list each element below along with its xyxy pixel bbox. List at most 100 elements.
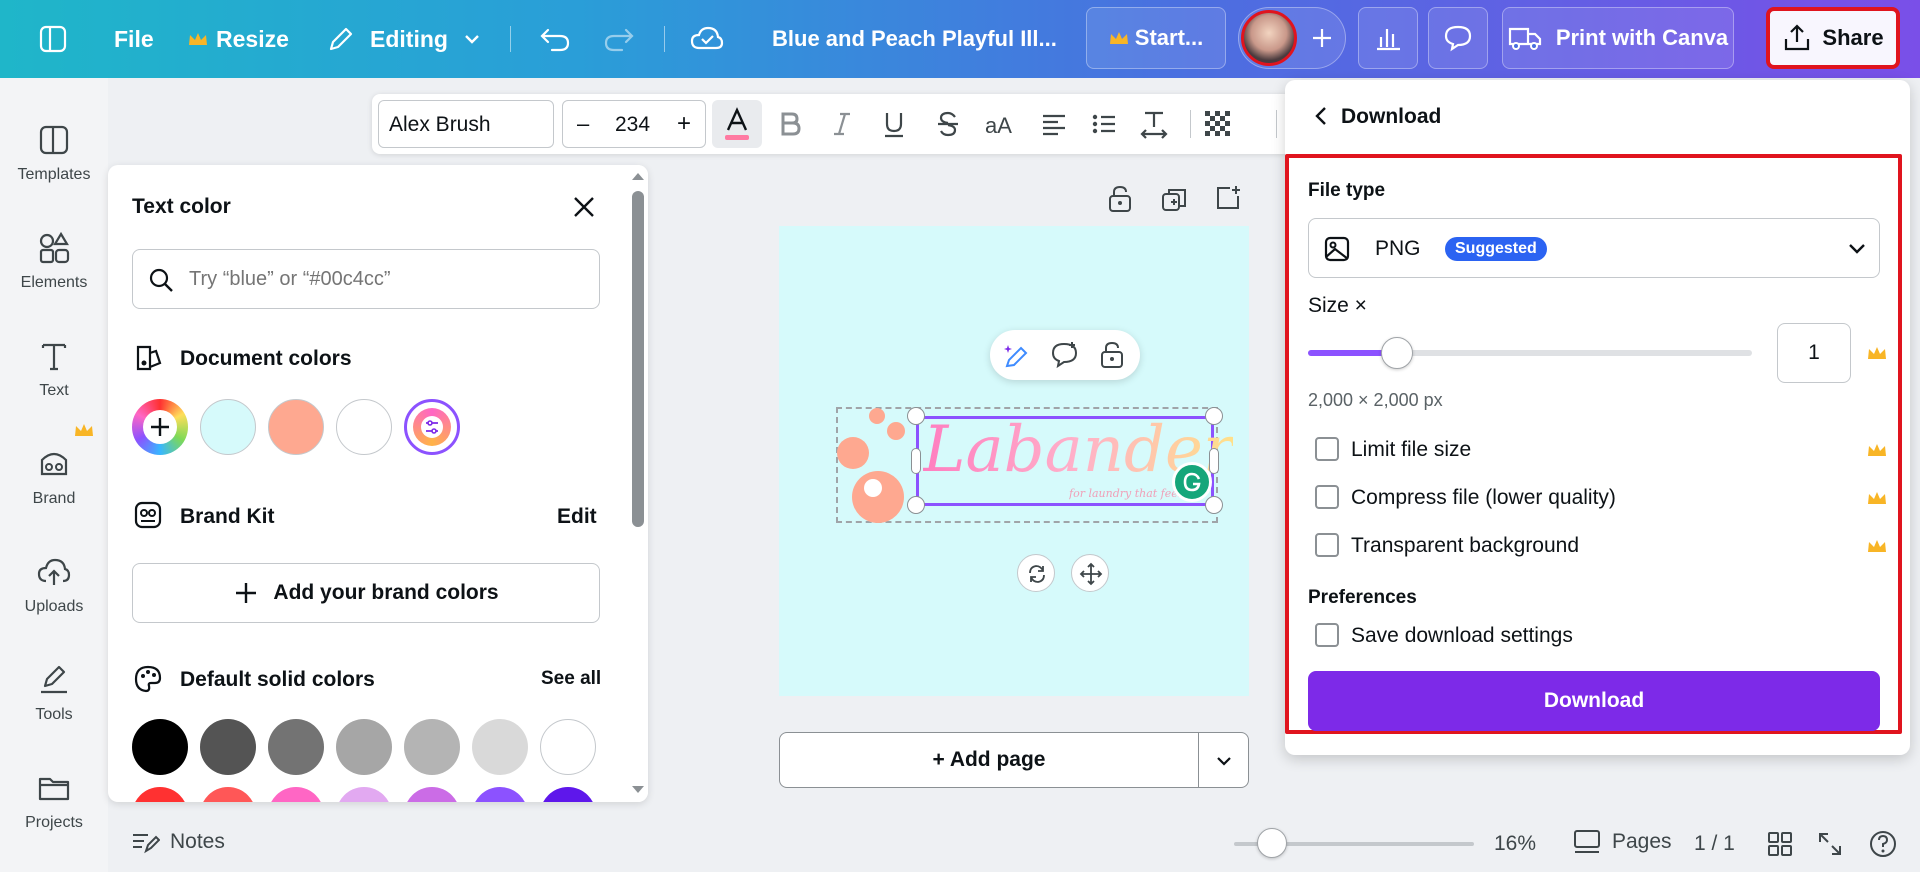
add-page-options-button[interactable] (1198, 732, 1249, 788)
zoom-slider-thumb[interactable] (1257, 828, 1288, 858)
rotate-handle[interactable] (1017, 554, 1055, 592)
magic-edit-icon[interactable] (1002, 341, 1032, 369)
zoom-value[interactable]: 16% (1494, 832, 1536, 856)
size-slider[interactable] (1308, 337, 1752, 369)
default-color-swatch[interactable] (200, 787, 256, 802)
rail-item-uploads[interactable]: Uploads (0, 546, 108, 646)
rail-item-text[interactable]: Text (0, 330, 108, 430)
underline-button[interactable] (878, 108, 910, 140)
help-icon[interactable] (1868, 829, 1898, 859)
lock-page-icon[interactable] (1106, 184, 1134, 214)
zoom-slider[interactable] (1234, 828, 1474, 858)
default-color-swatch[interactable] (404, 719, 460, 775)
editing-mode-button[interactable]: Editing (326, 0, 482, 78)
avatar[interactable] (1241, 10, 1297, 66)
design-canvas[interactable]: Labander for laundry that feels (779, 226, 1249, 696)
lock-icon[interactable] (1098, 340, 1126, 370)
side-handle[interactable] (911, 448, 921, 474)
text-selection-box[interactable]: Labander for laundry that feels (916, 413, 1233, 506)
grammarly-badge[interactable] (1172, 462, 1212, 502)
color-search-input[interactable] (189, 262, 589, 296)
default-color-swatch[interactable] (268, 719, 324, 775)
download-panel-title[interactable]: Download (1341, 105, 1441, 129)
list-button[interactable] (1088, 108, 1120, 140)
letter-case-button[interactable]: aA (984, 108, 1016, 140)
rail-item-tools[interactable]: Tools (0, 654, 108, 754)
rail-item-projects[interactable]: Projects (0, 762, 108, 862)
save-download-settings-checkbox[interactable] (1315, 623, 1339, 647)
default-color-swatch[interactable] (268, 787, 324, 802)
document-color-swatch[interactable] (336, 399, 392, 455)
resize-handle[interactable] (1205, 407, 1223, 425)
back-chevron-icon[interactable] (1311, 104, 1331, 128)
size-slider-thumb[interactable] (1380, 337, 1413, 369)
italic-button[interactable] (826, 108, 858, 140)
scrollbar[interactable] (628, 165, 648, 802)
default-color-swatch[interactable] (200, 719, 256, 775)
resize-handle[interactable] (907, 496, 925, 514)
notes-button[interactable]: Notes (130, 829, 225, 855)
transparent-background-checkbox[interactable] (1315, 533, 1339, 557)
undo-button[interactable] (538, 0, 572, 78)
resize-button[interactable]: Resize (188, 0, 289, 78)
scroll-up-icon[interactable] (631, 171, 645, 181)
download-button[interactable]: Download (1308, 671, 1880, 731)
scroll-down-icon[interactable] (631, 785, 645, 795)
close-icon[interactable] (570, 193, 598, 221)
comments-button[interactable] (1428, 7, 1488, 69)
default-color-swatch[interactable] (132, 787, 188, 802)
document-color-swatch[interactable] (268, 399, 324, 455)
font-size-value[interactable]: 234 (615, 113, 650, 137)
start-trial-button[interactable]: Start... (1086, 7, 1226, 69)
compress-file-checkbox[interactable] (1315, 485, 1339, 509)
add-brand-colors-button[interactable]: Add your brand colors (132, 563, 600, 623)
redo-button[interactable] (602, 0, 636, 78)
default-color-swatch[interactable] (540, 719, 596, 775)
limit-file-size-checkbox[interactable] (1315, 437, 1339, 461)
side-handle[interactable] (1209, 448, 1219, 474)
print-with-canva-button[interactable]: Print with Canva (1502, 7, 1734, 69)
default-color-swatch[interactable] (132, 719, 188, 775)
brand-kit-edit-link[interactable]: Edit (557, 505, 597, 529)
bold-button[interactable] (774, 108, 806, 140)
transparency-button[interactable] (1202, 108, 1234, 140)
document-color-swatch[interactable] (200, 399, 256, 455)
move-handle[interactable] (1071, 554, 1109, 592)
cloud-save-status[interactable] (690, 0, 724, 78)
add-color-swatch[interactable] (132, 399, 188, 455)
strikethrough-button[interactable] (932, 108, 964, 140)
resize-handle[interactable] (907, 407, 925, 425)
add-page-button[interactable]: + Add page (779, 732, 1199, 788)
document-title[interactable]: Blue and Peach Playful Ill... (772, 0, 1057, 78)
file-menu-button[interactable]: File (114, 0, 154, 78)
grid-view-icon[interactable] (1766, 830, 1794, 858)
see-all-link[interactable]: See all (541, 668, 601, 690)
default-color-swatch[interactable] (540, 787, 596, 802)
spacing-button[interactable] (1138, 108, 1170, 140)
collaborators-group[interactable] (1238, 7, 1346, 69)
default-color-swatch[interactable] (404, 787, 460, 802)
sidebar-toggle-button[interactable] (38, 0, 68, 78)
color-adjust-swatch[interactable] (404, 399, 460, 455)
color-search-field[interactable] (132, 249, 600, 309)
scrollbar-thumb[interactable] (632, 191, 644, 527)
file-type-dropdown[interactable]: PNG Suggested (1308, 218, 1880, 278)
fullscreen-icon[interactable] (1816, 830, 1844, 858)
add-page-icon[interactable] (1214, 184, 1242, 212)
duplicate-page-icon[interactable] (1160, 186, 1188, 214)
rail-item-templates[interactable]: Templates (0, 114, 108, 214)
rail-item-elements[interactable]: Elements (0, 222, 108, 322)
default-color-swatch[interactable] (472, 787, 528, 802)
font-family-dropdown[interactable]: Alex Brush (378, 100, 554, 148)
font-size-stepper[interactable]: – 234 + (562, 100, 706, 148)
default-color-swatch[interactable] (472, 719, 528, 775)
add-comment-icon[interactable] (1050, 340, 1080, 370)
text-color-button[interactable] (712, 100, 762, 148)
share-button[interactable]: Share (1766, 7, 1900, 69)
default-color-swatch[interactable] (336, 787, 392, 802)
font-size-increase[interactable]: + (677, 110, 691, 138)
rail-item-brand[interactable]: Brand (0, 438, 108, 538)
text-align-button[interactable] (1038, 108, 1070, 140)
pages-button[interactable]: Pages (1572, 827, 1672, 857)
resize-handle[interactable] (1205, 496, 1223, 514)
